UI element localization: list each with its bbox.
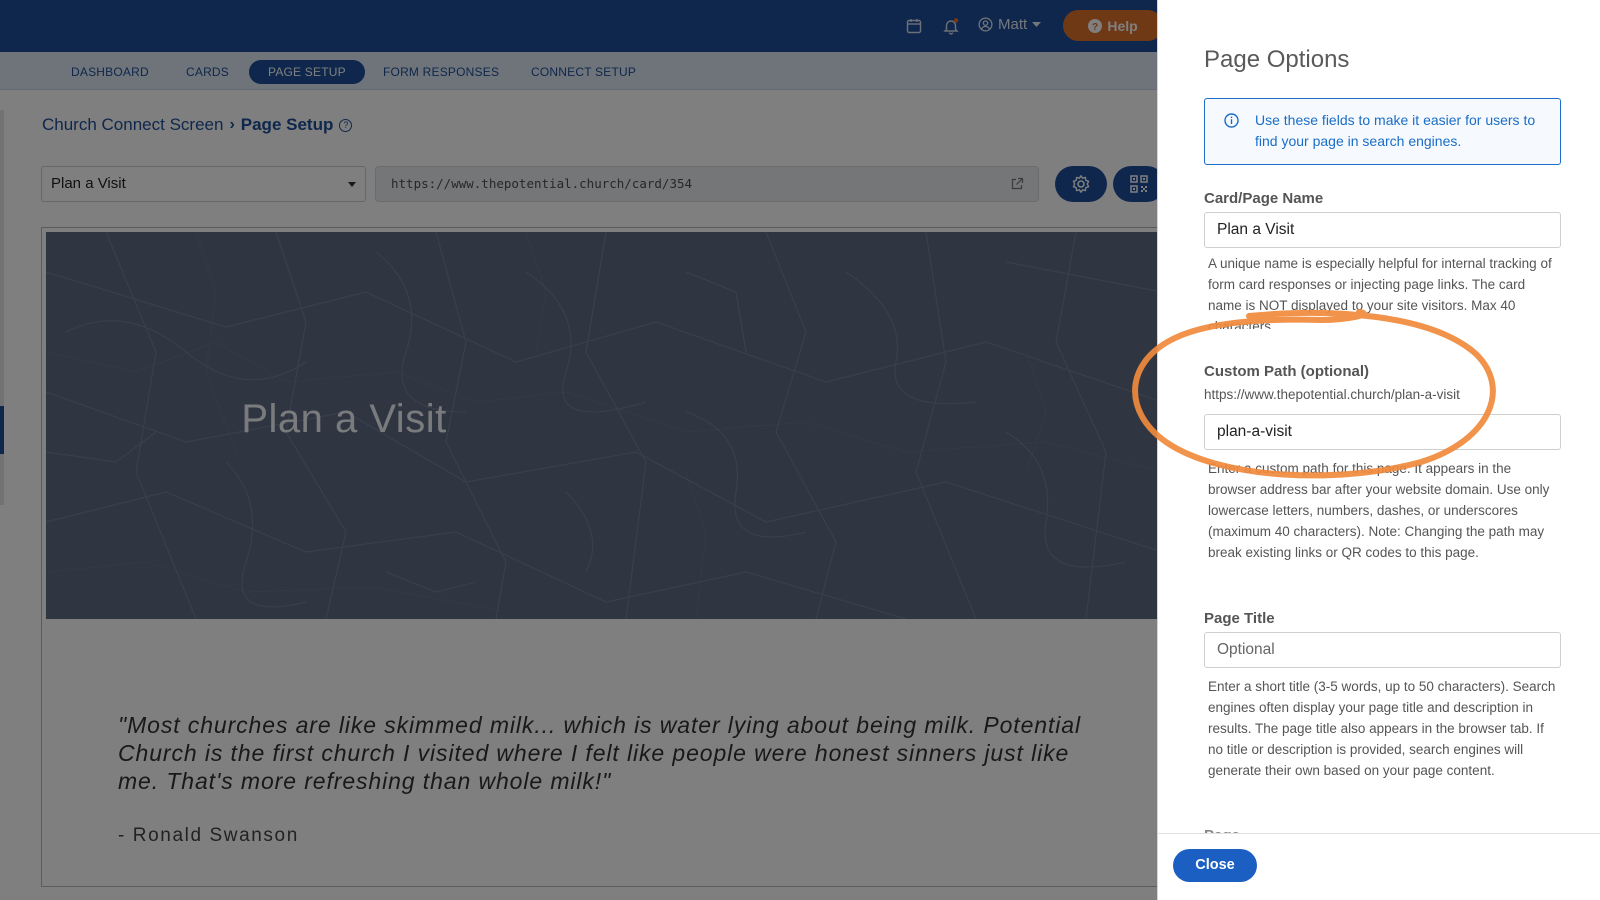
page-title-input[interactable] <box>1204 632 1561 668</box>
page-title-help: Enter a short title (3-5 words, up to 50… <box>1208 679 1556 778</box>
page-description-label: Page Description <box>1204 826 1324 833</box>
page-title-label: Page Title <box>1204 610 1275 627</box>
page-options-panel: Page Options Use these fields to make it… <box>1157 0 1600 900</box>
custom-path-input[interactable] <box>1204 414 1561 450</box>
info-icon <box>1224 113 1239 128</box>
info-text: Use these fields to make it easier for u… <box>1255 112 1536 149</box>
panel-footer-divider <box>1158 833 1600 834</box>
custom-path-help: Enter a custom path for this page. It ap… <box>1208 461 1550 560</box>
panel-title: Page Options <box>1204 46 1350 73</box>
card-name-help: A unique name is especially helpful for … <box>1208 256 1552 329</box>
card-name-label: Card/Page Name <box>1204 190 1324 207</box>
custom-path-url: https://www.thepotential.church/plan-a-v… <box>1204 387 1460 402</box>
info-callout: Use these fields to make it easier for u… <box>1204 98 1561 165</box>
close-button[interactable]: Close <box>1173 849 1257 882</box>
custom-path-label: Custom Path (optional) <box>1204 363 1369 380</box>
card-name-input[interactable] <box>1204 212 1561 248</box>
